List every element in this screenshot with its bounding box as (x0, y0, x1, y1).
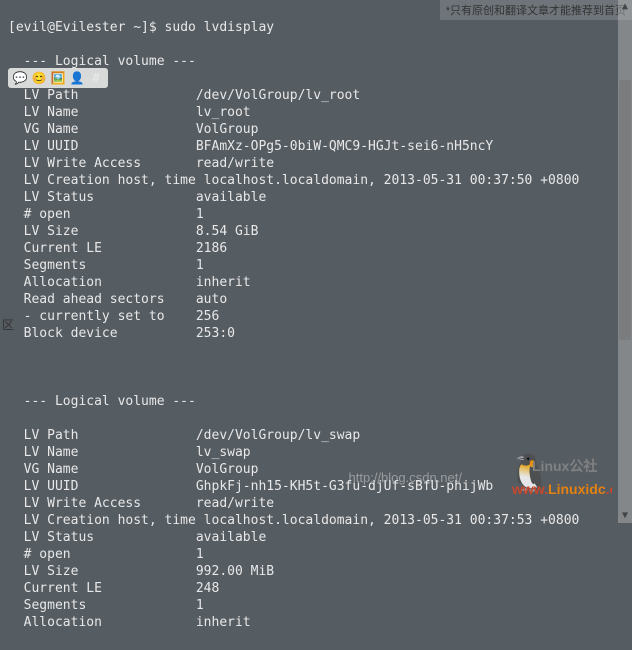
lv-field-row: LV Name lv_swap (8, 444, 624, 461)
prompt-line: [evil@Evilester ~]$ sudo lvdisplay (8, 19, 624, 36)
lv-field-row: Current LE 248 (8, 580, 624, 597)
terminal-output[interactable]: [evil@Evilester ~]$ sudo lvdisplay --- L… (0, 0, 632, 650)
lv-field-row: LV Write Access read/write (8, 495, 624, 512)
prompt-command: sudo lvdisplay (165, 20, 275, 35)
lv-field-row: LV UUID BFAmXz-OPg5-0biW-QMC9-HGJt-sei6-… (8, 138, 624, 155)
lv-field-row: VG Name VolGroup (8, 461, 624, 478)
lv-field-row: VG Name VolGroup (8, 121, 624, 138)
lv-field-row: Segments 1 (8, 597, 624, 614)
lv-field-row: Current LE 2186 (8, 240, 624, 257)
lv-field-row: Read ahead sectors auto (8, 291, 624, 308)
lv-field-row: LV Status available (8, 189, 624, 206)
lv-field-row: # open 1 (8, 546, 624, 563)
lv-field-row: Block device 253:0 (8, 325, 624, 342)
lv-field-row: Segments 1 (8, 257, 624, 274)
lv-field-row: LV Creation host, time localhost.localdo… (8, 172, 624, 189)
scrollbar[interactable]: ▲ ▼ (618, 0, 632, 523)
close-icon: 区 (2, 316, 14, 333)
lv-field-row: LV UUID GhpkFj-nh15-KH5t-G3fu-djUf-sBfU-… (8, 478, 624, 495)
lv-field-row: Allocation inherit (8, 614, 624, 631)
lv-field-row: LV Status available (8, 529, 624, 546)
scroll-up-icon[interactable]: ▲ (618, 0, 632, 14)
scrollbar-thumb[interactable] (619, 80, 631, 340)
section-header: --- Logical volume --- (8, 53, 624, 70)
lv-field-row: LV Size 992.00 MiB (8, 563, 624, 580)
lv-field-row: LV Write Access read/write (8, 155, 624, 172)
lv-field-row: Allocation inherit (8, 274, 624, 291)
lv-field-row: LV Creation host, time localhost.localdo… (8, 512, 624, 529)
prompt-user-host: [evil@Evilester ~]$ (8, 20, 157, 35)
lv-field-row: # open 1 (8, 206, 624, 223)
blank-line (8, 359, 624, 376)
lv-field-row: LV Path /dev/VolGroup/lv_swap (8, 427, 624, 444)
lv-field-row: - currently set to 256 (8, 308, 624, 325)
lv-field-row: LV Size 8.54 GiB (8, 223, 624, 240)
lv-field-row: LV Path /dev/VolGroup/lv_root (8, 87, 624, 104)
scroll-down-icon[interactable]: ▼ (618, 509, 632, 523)
section-header: --- Logical volume --- (8, 393, 624, 410)
lv-field-row: LV Name lv_root (8, 104, 624, 121)
